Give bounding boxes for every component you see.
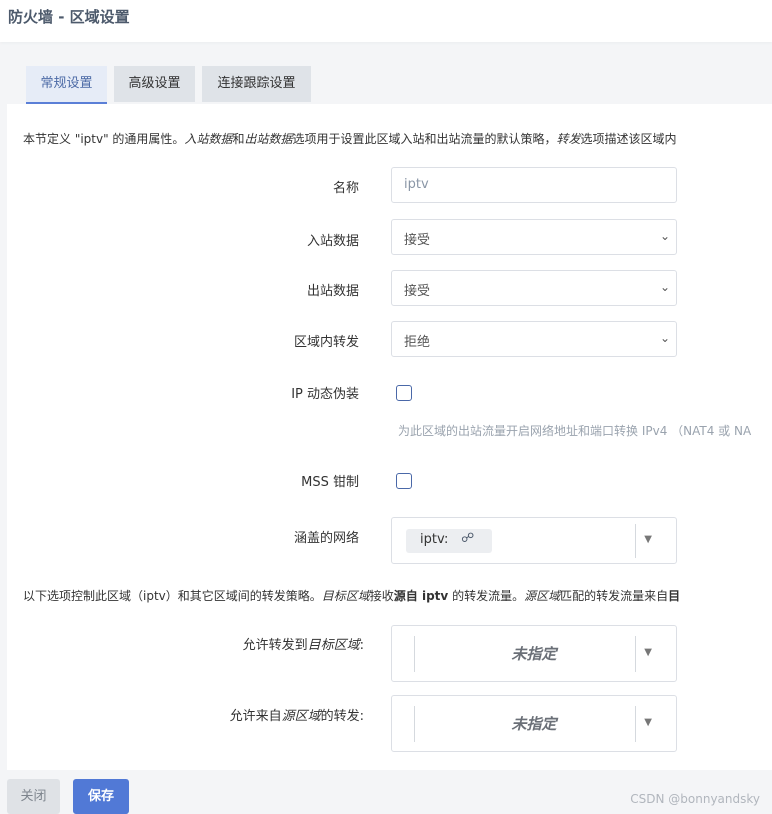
- watermark: CSDN @bonnyandsky: [630, 792, 760, 806]
- save-button[interactable]: 保存: [73, 779, 129, 814]
- covered-networks-select[interactable]: iptv: ☍ ▼: [391, 517, 677, 564]
- page-title: 防火墙 - 区域设置: [8, 8, 130, 26]
- name-value: iptv: [404, 177, 429, 192]
- dropdown-arrow-icon[interactable]: ▼: [644, 647, 652, 658]
- output-policy-label: 出站数据: [306, 284, 359, 299]
- input-policy-select[interactable]: 接受 ⌄: [391, 219, 677, 255]
- chevron-down-icon: ⌄: [659, 331, 670, 345]
- src-zones-select[interactable]: 未指定 ▼: [391, 695, 677, 752]
- tab-advanced[interactable]: 高级设置: [114, 66, 195, 102]
- input-policy-label: 入站数据: [306, 234, 359, 249]
- name-input[interactable]: iptv: [391, 167, 677, 203]
- mss-clamping-label: MSS 钳制: [301, 475, 359, 490]
- src-zones-label: 允许来自源区域的转发:: [229, 709, 364, 724]
- covered-networks-label: 涵盖的网络: [293, 531, 359, 546]
- network-chip-label: iptv:: [420, 532, 449, 547]
- dest-zones-select[interactable]: 未指定 ▼: [391, 625, 677, 682]
- page-header: 防火墙 - 区域设置: [0, 0, 772, 42]
- dropdown-arrow-icon[interactable]: ▼: [644, 534, 652, 545]
- name-label: 名称: [332, 181, 359, 196]
- mss-clamping-checkbox[interactable]: [396, 473, 412, 489]
- output-policy-select[interactable]: 接受 ⌄: [391, 270, 677, 306]
- network-icon: ☍: [461, 531, 475, 546]
- divider: [635, 524, 636, 558]
- forward-description: 以下选项控制此区域（iptv）和其它区域间的转发策略。目标区域接收源自 iptv…: [23, 589, 681, 603]
- chevron-down-icon: ⌄: [659, 280, 670, 294]
- settings-panel: 本节定义 "iptv" 的通用属性。入站数据和出站数据选项用于设置此区域入站和出…: [7, 104, 772, 770]
- divider: [635, 706, 636, 742]
- dropdown-arrow-icon[interactable]: ▼: [644, 717, 652, 728]
- forward-policy-select[interactable]: 拒绝 ⌄: [391, 321, 677, 357]
- input-policy-value: 接受: [404, 233, 431, 248]
- chevron-down-icon: ⌄: [659, 229, 670, 243]
- tab-conntrack[interactable]: 连接跟踪设置: [202, 66, 311, 102]
- dest-zones-label: 允许转发到目标区域:: [242, 638, 364, 653]
- masquerading-checkbox[interactable]: [396, 385, 412, 401]
- forward-policy-label: 区域内转发: [293, 335, 359, 350]
- masquerading-label: IP 动态伪装: [291, 387, 359, 402]
- tab-general[interactable]: 常规设置: [26, 66, 107, 104]
- masquerading-hint: 为此区域的出站流量开启网络地址和端口转换 IPv4 （NAT4 或 NA: [398, 424, 752, 438]
- src-zones-value: 未指定: [511, 715, 557, 733]
- divider: [635, 636, 636, 672]
- output-policy-value: 接受: [404, 284, 431, 299]
- section-description: 本节定义 "iptv" 的通用属性。入站数据和出站数据选项用于设置此区域入站和出…: [23, 132, 677, 146]
- close-button[interactable]: 关闭: [7, 779, 60, 814]
- forward-policy-value: 拒绝: [404, 335, 431, 350]
- network-chip[interactable]: iptv: ☍: [406, 529, 492, 553]
- dest-zones-value: 未指定: [511, 645, 557, 663]
